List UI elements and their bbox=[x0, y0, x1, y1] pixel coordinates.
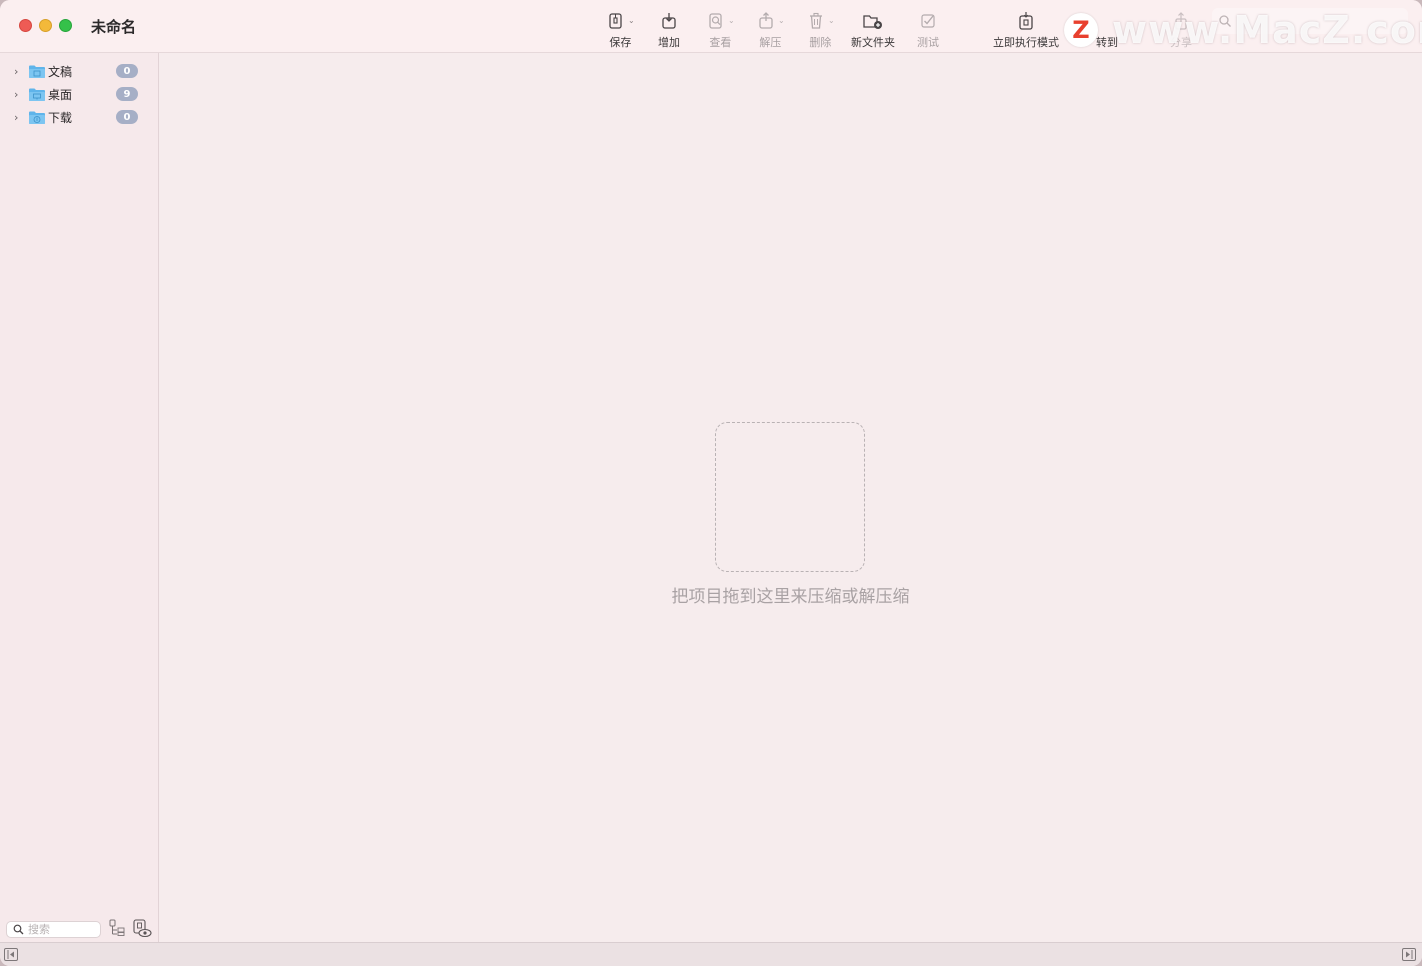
add-button[interactable]: 增加 bbox=[658, 10, 680, 50]
watermark: Z www.MacZ.com bbox=[1064, 8, 1422, 52]
bottom-bar bbox=[0, 942, 1422, 966]
chevron-down-icon: ⌄ bbox=[628, 16, 635, 25]
add-to-archive-icon bbox=[662, 12, 676, 29]
downloads-folder-icon bbox=[29, 111, 45, 124]
toggle-preview-pane-button[interactable] bbox=[1402, 948, 1416, 961]
sidebar-item-desktop[interactable]: › 桌面 9 bbox=[0, 83, 159, 105]
archive-content-area[interactable]: 把项目拖到这里来压缩或解压缩 bbox=[159, 53, 1422, 942]
disclosure-triangle-icon[interactable]: › bbox=[14, 65, 18, 78]
app-window: 未命名 ⌄ 保存 增加 ⌄ 查看 ⌄ 解压 ⌄ 删除 新文件夹 测试 立即执行模… bbox=[0, 0, 1422, 966]
count-badge: 9 bbox=[116, 87, 138, 101]
preview-eye-icon[interactable] bbox=[132, 918, 152, 938]
tree-view-icon[interactable] bbox=[108, 918, 128, 938]
view-icon bbox=[709, 12, 722, 29]
collapse-right-icon bbox=[1406, 950, 1413, 959]
disclosure-triangle-icon[interactable]: › bbox=[14, 111, 18, 124]
chevron-down-icon: ⌄ bbox=[778, 16, 785, 25]
watermark-text: www.MacZ.com bbox=[1112, 8, 1422, 52]
view-button[interactable]: ⌄ 查看 bbox=[706, 10, 735, 50]
instant-mode-icon bbox=[1019, 11, 1033, 30]
new-folder-button[interactable]: 新文件夹 bbox=[851, 10, 895, 50]
minimize-window-button[interactable] bbox=[39, 19, 52, 32]
drop-hint-text: 把项目拖到这里来压缩或解压缩 bbox=[671, 587, 910, 607]
toggle-sidebar-button[interactable] bbox=[4, 948, 18, 961]
close-window-button[interactable] bbox=[19, 19, 32, 32]
count-badge: 0 bbox=[116, 110, 138, 124]
delete-button[interactable]: ⌄ 删除 bbox=[806, 10, 835, 50]
save-button[interactable]: ⌄ 保存 bbox=[606, 10, 635, 50]
instant-mode-button[interactable]: 立即执行模式 bbox=[993, 10, 1059, 50]
documents-folder-icon bbox=[29, 65, 45, 78]
extract-button[interactable]: ⌄ 解压 bbox=[756, 10, 785, 50]
sidebar-item-downloads[interactable]: › 下载 0 bbox=[0, 106, 159, 128]
chevron-down-icon: ⌄ bbox=[728, 16, 735, 25]
trash-icon bbox=[810, 12, 822, 29]
test-checkmark-icon bbox=[921, 13, 935, 28]
sidebar-search-input[interactable] bbox=[28, 923, 94, 936]
maximize-window-button[interactable] bbox=[59, 19, 72, 32]
watermark-logo: Z bbox=[1064, 13, 1098, 47]
window-title: 未命名 bbox=[91, 18, 137, 36]
sidebar-search-field[interactable] bbox=[6, 921, 101, 938]
chevron-down-icon: ⌄ bbox=[828, 16, 835, 25]
collapse-left-icon bbox=[7, 950, 14, 959]
disclosure-triangle-icon[interactable]: › bbox=[14, 88, 18, 101]
drop-zone[interactable] bbox=[715, 422, 865, 572]
search-icon bbox=[13, 924, 24, 935]
toolbar: 未命名 ⌄ 保存 增加 ⌄ 查看 ⌄ 解压 ⌄ 删除 新文件夹 测试 立即执行模… bbox=[0, 0, 1422, 53]
extract-icon bbox=[759, 11, 773, 29]
archive-save-icon bbox=[609, 12, 622, 29]
new-folder-icon bbox=[863, 14, 882, 29]
test-button[interactable]: 测试 bbox=[917, 10, 939, 50]
sidebar: › 文稿 0 › 桌面 9 › 下载 0 搜索 bbox=[0, 53, 159, 942]
count-badge: 0 bbox=[116, 64, 138, 78]
desktop-folder-icon bbox=[29, 88, 45, 101]
sidebar-item-documents[interactable]: › 文稿 0 bbox=[0, 60, 159, 82]
